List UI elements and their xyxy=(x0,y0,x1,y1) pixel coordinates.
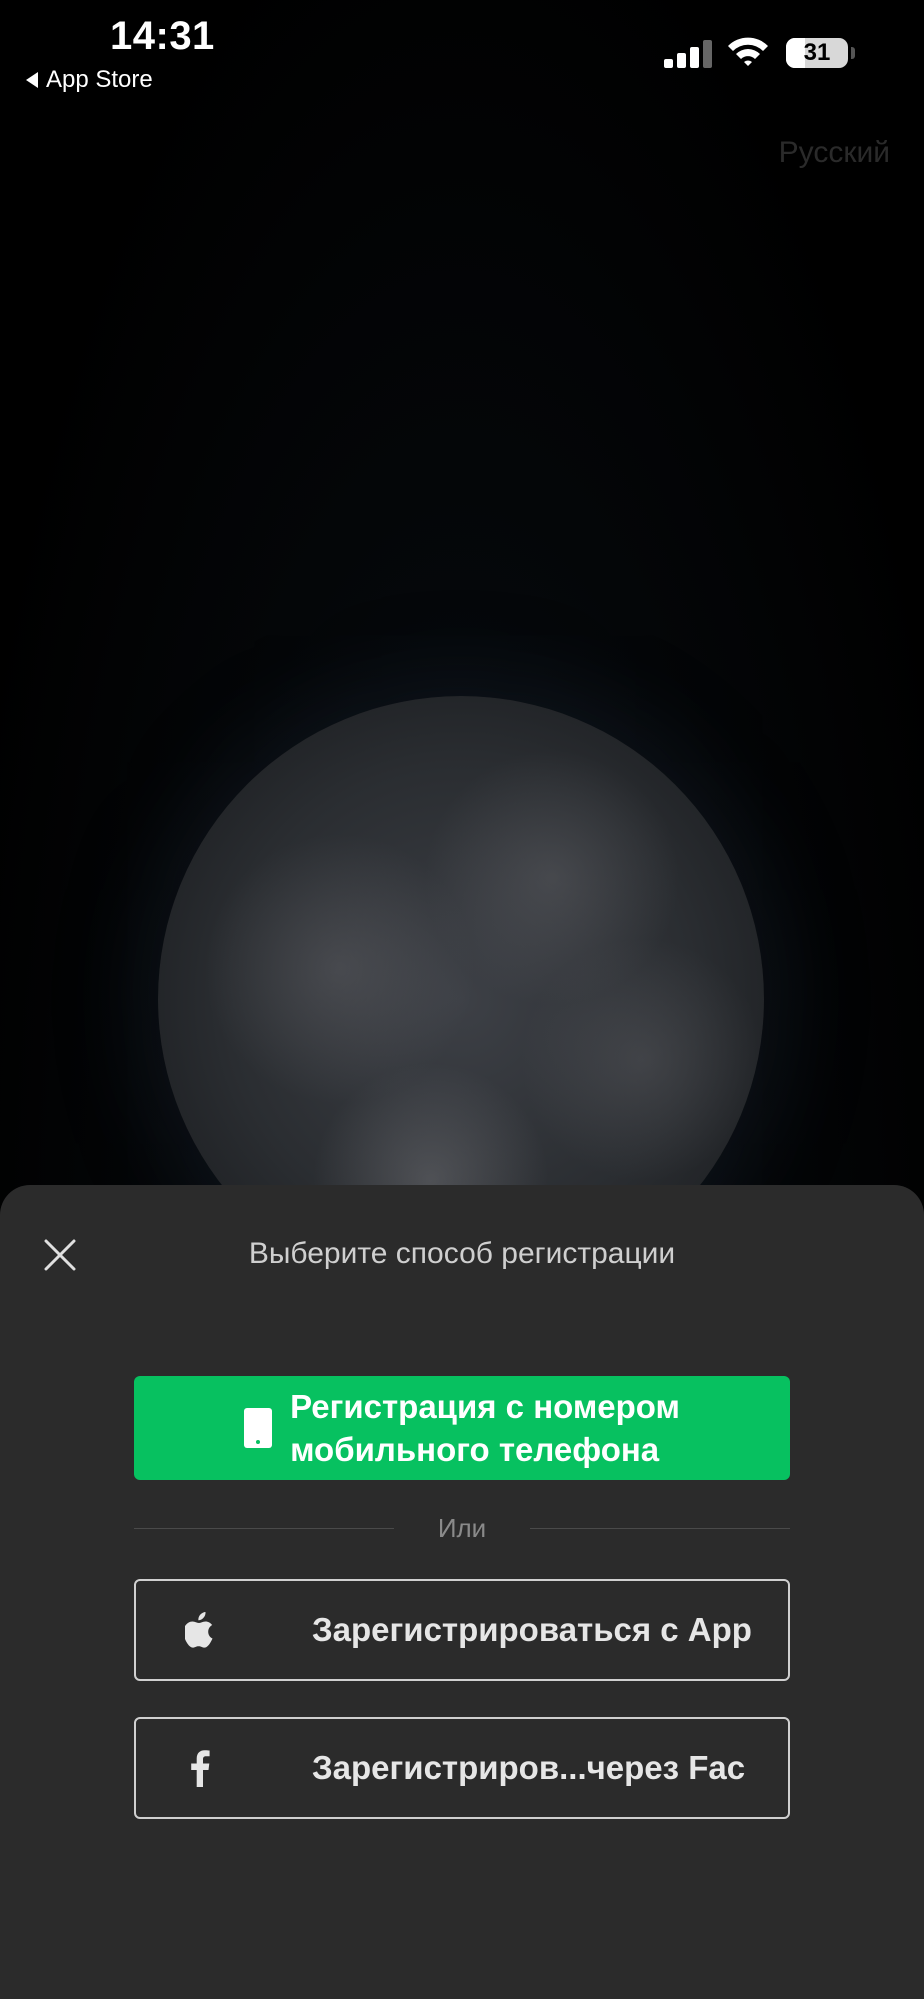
apple-icon xyxy=(180,1581,220,1679)
register-facebook-button[interactable]: Зарегистриров...через Fac xyxy=(134,1717,790,1819)
wifi-icon xyxy=(728,37,768,66)
registration-screen: 14:31 App Store 31 Русский Выберите спос… xyxy=(0,0,924,1999)
register-apple-label: Зарегистрироваться с App xyxy=(312,1611,752,1648)
registration-sheet: Выберите способ регистрации Регистрация … xyxy=(0,1185,924,1999)
status-time: 14:31 xyxy=(110,14,215,58)
register-phone-button[interactable]: Регистрация с номером мобильного телефон… xyxy=(134,1376,790,1480)
sheet-title: Выберите способ регистрации xyxy=(248,1237,676,1270)
register-apple-button[interactable]: Зарегистрироваться с App xyxy=(134,1579,790,1681)
battery-indicator: 31 xyxy=(786,38,848,68)
register-phone-label-line1: Регистрация с номером xyxy=(290,1388,680,1425)
battery-cap xyxy=(851,47,855,59)
phone-icon xyxy=(244,1408,273,1448)
divider-line-left xyxy=(134,1527,394,1529)
back-arrow-icon xyxy=(26,72,38,88)
facebook-icon xyxy=(180,1719,220,1817)
back-to-app-store[interactable]: App Store xyxy=(26,66,153,94)
register-phone-label-line2: мобильного телефона xyxy=(290,1431,660,1468)
status-bar: 14:31 App Store 31 xyxy=(0,0,924,100)
cellular-signal-icon xyxy=(664,38,714,68)
register-facebook-label: Зарегистриров...через Fac xyxy=(312,1749,746,1786)
back-label: App Store xyxy=(46,66,153,93)
register-phone-label: Регистрация с номером мобильного телефон… xyxy=(290,1385,680,1471)
or-text: Или xyxy=(437,1512,487,1543)
language-selector[interactable]: Русский xyxy=(779,136,890,170)
or-divider: Или xyxy=(134,1510,791,1546)
battery-level: 31 xyxy=(803,39,831,66)
divider-line-right xyxy=(530,1527,791,1529)
